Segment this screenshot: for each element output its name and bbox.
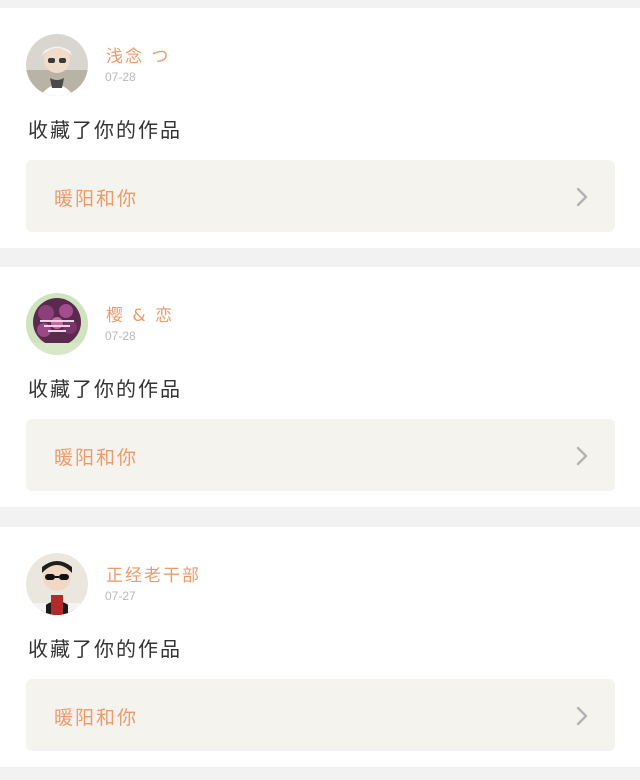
chevron-right-icon — [576, 706, 588, 726]
username[interactable]: 正经老干部 — [106, 561, 201, 586]
user-avatar[interactable] — [26, 553, 88, 615]
chevron-right-icon — [576, 187, 588, 207]
notification-message: 收藏了你的作品 — [28, 637, 182, 661]
user-avatar[interactable] — [26, 34, 88, 96]
notification-message: 收藏了你的作品 — [28, 118, 182, 142]
notification-card: 浅念 つ 07-28 收藏了你的作品 暖阳和你 — [0, 8, 640, 248]
work-title: 暖阳和你 — [54, 188, 139, 210]
work-link[interactable]: 暖阳和你 — [26, 679, 615, 751]
avatar-flower-icon — [26, 293, 88, 355]
work-link[interactable]: 暖阳和你 — [26, 419, 615, 491]
timestamp: 07-28 — [105, 70, 136, 84]
username[interactable]: 浅念 つ — [106, 42, 170, 67]
avatar-photo-icon — [26, 34, 88, 96]
work-title: 暖阳和你 — [54, 447, 139, 469]
user-avatar[interactable] — [26, 293, 88, 355]
notification-card: 正经老干部 07-27 收藏了你的作品 暖阳和你 — [0, 527, 640, 767]
notification-message: 收藏了你的作品 — [28, 377, 182, 401]
timestamp: 07-27 — [105, 589, 136, 603]
notification-feed: 浅念 つ 07-28 收藏了你的作品 暖阳和你 樱 & 恋 07-28 收藏了你… — [0, 0, 640, 780]
notification-card: 樱 & 恋 07-28 收藏了你的作品 暖阳和你 — [0, 267, 640, 507]
work-link[interactable]: 暖阳和你 — [26, 160, 615, 232]
work-title: 暖阳和你 — [54, 707, 139, 729]
avatar-photo-icon — [26, 553, 88, 615]
username[interactable]: 樱 & 恋 — [106, 301, 174, 326]
chevron-right-icon — [576, 446, 588, 466]
timestamp: 07-28 — [105, 329, 136, 343]
